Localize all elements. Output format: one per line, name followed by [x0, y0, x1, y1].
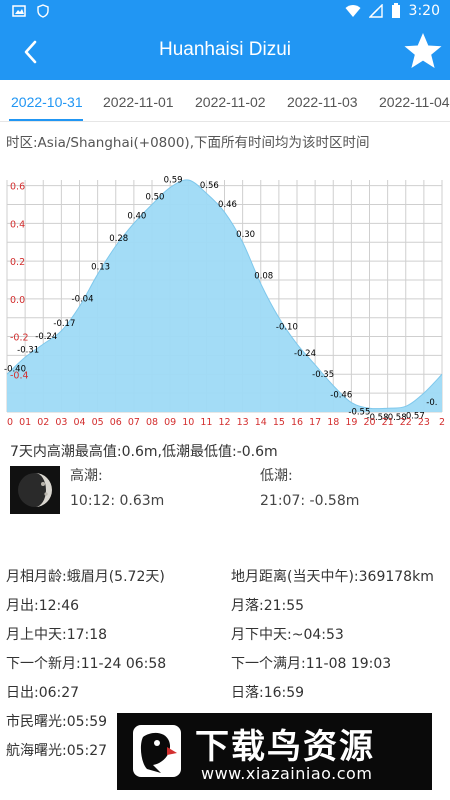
y-tick-label: -0.4	[10, 370, 29, 381]
tab-2022-11-01[interactable]: 2022-11-01	[103, 94, 174, 110]
timezone-note: 时区:Asia/Shanghai(+0800),下面所有时间均为该时区时间	[6, 135, 370, 151]
data-label: -0.10	[276, 323, 298, 333]
x-tick-label: 12	[218, 417, 230, 428]
high-tide-label: 高潮:	[70, 468, 103, 484]
signal-icon	[368, 4, 383, 18]
data-label: 0.30	[236, 230, 255, 240]
x-tick-label: 19	[345, 417, 357, 428]
y-tick-label: -0.2	[10, 333, 29, 344]
civil-dawn: 市民曙光:05:59	[6, 714, 108, 730]
tide-chart: -0.40-0.31-0.24-0.17-0.040.130.280.400.5…	[4, 176, 445, 428]
data-label: 0.13	[91, 262, 110, 272]
wifi-icon	[345, 5, 361, 17]
data-label: 0.08	[254, 272, 273, 282]
x-tick-label: 02	[37, 417, 49, 428]
x-tick-label: 17	[309, 417, 321, 428]
x-tick-label: 22	[400, 417, 412, 428]
x-tick-label: 21	[382, 417, 394, 428]
data-label: -0.24	[35, 332, 57, 342]
sunrise: 日出:06:27	[6, 685, 80, 701]
x-tick-label: 10	[182, 417, 194, 428]
data-label: 0.56	[200, 181, 219, 191]
x-tick-label: 09	[164, 417, 176, 428]
data-label: -0.24	[294, 349, 316, 359]
page-title: Huanhaisi Dizui	[158, 39, 291, 60]
battery-icon	[391, 3, 400, 18]
x-tick-label: 06	[110, 417, 122, 428]
tab-2022-10-31[interactable]: 2022-10-31	[11, 94, 83, 110]
data-label: 0.40	[127, 211, 146, 221]
data-label: -0.	[426, 398, 437, 408]
low-tide-value: 21:07: -0.58m	[260, 493, 360, 509]
low-tide-label: 低潮:	[260, 468, 293, 484]
app-bar: Huanhaisi Dizui	[0, 24, 450, 80]
x-tick-label: 11	[200, 417, 212, 428]
status-bar: 3:20	[0, 0, 450, 24]
x-tick-label: 18	[327, 417, 339, 428]
x-tick-label: 08	[146, 417, 158, 428]
x-tick-label: 04	[73, 417, 85, 428]
x-tick-label: 13	[237, 417, 249, 428]
x-tick-label: 07	[128, 417, 140, 428]
banner-url: www.xiazainiao.com	[201, 764, 373, 783]
x-tick-label: 01	[19, 417, 31, 428]
moonset: 月落:21:55	[231, 598, 305, 614]
bird-logo-icon	[133, 725, 181, 777]
x-tick-label: 2	[439, 417, 445, 428]
next-new-moon: 下一个新月:11-24 06:58	[6, 656, 167, 672]
high-tide-value: 10:12: 0.63m	[70, 493, 165, 509]
data-label: -0.17	[53, 319, 75, 329]
status-time: 3:20	[408, 3, 440, 19]
nautical-dawn: 航海曙光:05:27	[6, 743, 108, 759]
x-tick-label: 0	[7, 417, 13, 428]
active-tab-indicator	[9, 119, 83, 121]
data-label: 0.46	[218, 200, 237, 210]
shield-icon	[37, 4, 49, 18]
tide-summary: 7天内高潮最高值:0.6m,低潮最低值:-0.6m	[10, 444, 278, 460]
moonrise: 月出:12:46	[6, 598, 80, 614]
image-icon	[12, 5, 26, 17]
x-tick-label: 14	[255, 417, 267, 428]
x-tick-label: 16	[291, 417, 303, 428]
data-label: 0.50	[146, 193, 165, 203]
y-tick-label: 0.4	[10, 219, 25, 230]
x-tick-label: 15	[273, 417, 285, 428]
moon-age: 月相月龄:蛾眉月(5.72天)	[6, 569, 165, 585]
favorite-star-icon[interactable]	[402, 30, 444, 72]
y-tick-label: 0.0	[10, 295, 25, 306]
data-label: -0.35	[312, 370, 334, 380]
next-full-moon: 下一个满月:11-08 19:03	[231, 656, 392, 672]
tab-2022-11-03[interactable]: 2022-11-03	[287, 94, 358, 110]
x-tick-label: 05	[92, 417, 104, 428]
moon-lower-transit: 月下中天:~04:53	[231, 627, 344, 643]
watermark-banner: 下载鸟资源 www.xiazainiao.com	[117, 713, 432, 790]
data-label: -0.31	[17, 345, 39, 355]
date-tabs: 2022-10-31 2022-11-01 2022-11-02 2022-11…	[0, 80, 450, 122]
data-label: 0.28	[109, 234, 128, 244]
x-tick-label: 23	[418, 417, 430, 428]
moon-upper-transit: 月上中天:17:18	[6, 627, 108, 643]
moon-phase-image	[10, 466, 60, 514]
sunset: 日落:16:59	[231, 685, 305, 701]
tab-2022-11-02[interactable]: 2022-11-02	[195, 94, 266, 110]
data-label: 0.59	[164, 176, 183, 186]
x-tick-label: 20	[363, 417, 375, 428]
y-tick-label: 0.6	[10, 182, 25, 193]
x-tick-label: 03	[55, 417, 67, 428]
earth-moon-distance: 地月距离(当天中午):369178km	[231, 569, 434, 585]
data-label: -0.04	[72, 294, 94, 304]
tab-2022-11-04[interactable]: 2022-11-04	[379, 94, 450, 110]
y-tick-label: 0.2	[10, 257, 25, 268]
banner-title: 下载鸟资源	[195, 727, 375, 767]
data-label: -0.46	[330, 391, 352, 401]
